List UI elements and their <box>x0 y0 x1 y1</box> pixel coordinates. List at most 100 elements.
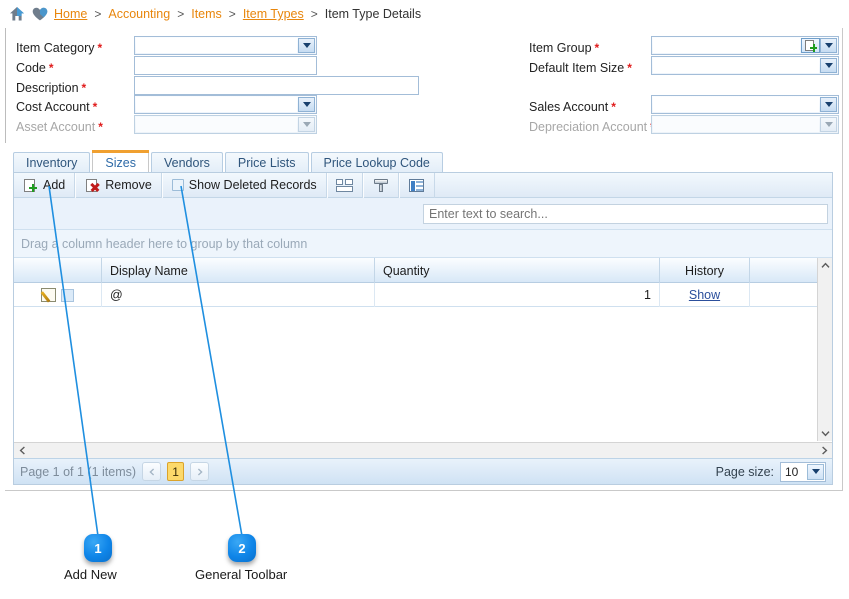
row-history-cell: Show <box>660 283 750 307</box>
annotation-badge-number: 1 <box>94 540 102 556</box>
annotation-label-2: General Toolbar <box>195 567 288 582</box>
label-text: Cost Account <box>16 100 90 114</box>
show-deleted-checkbox[interactable] <box>171 179 184 191</box>
required-marker: * <box>611 100 616 114</box>
breadcrumb-item-home[interactable]: Home <box>54 7 87 21</box>
sales-account-combo[interactable] <box>651 95 839 114</box>
label-text: Item Group <box>529 41 592 55</box>
chevron-down-icon[interactable] <box>298 97 315 112</box>
pager-status: Page 1 of 1 (1 items) <box>20 464 137 479</box>
field-label-code: Code * <box>16 58 54 78</box>
chevron-down-icon[interactable] <box>818 426 833 441</box>
grid-vertical-scrollbar[interactable] <box>817 258 832 441</box>
remove-button[interactable]: Remove <box>75 172 162 198</box>
chevron-left-icon[interactable] <box>14 443 30 459</box>
required-marker: * <box>627 61 632 75</box>
cell-value: @ <box>110 288 123 302</box>
pager-next-button[interactable] <box>190 462 210 481</box>
breadcrumb-item-current: Item Type Details <box>324 7 422 21</box>
add-button-label: Add <box>43 178 66 192</box>
label-text: Code <box>16 61 46 75</box>
chevron-down-icon[interactable] <box>820 58 837 73</box>
chevron-down-icon[interactable] <box>298 38 315 53</box>
cost-account-combo[interactable] <box>134 95 317 114</box>
grid-header-quantity[interactable]: Quantity <box>375 258 660 283</box>
breadcrumb-separator: > <box>94 7 102 21</box>
show-deleted-records-toggle[interactable]: Show Deleted Records <box>161 172 327 198</box>
history-show-link[interactable]: Show <box>689 288 720 302</box>
page-root: Home > Accounting > Items > Item Types >… <box>0 0 849 599</box>
annotation-badge-number: 2 <box>238 540 246 556</box>
label-text: Depreciation Account <box>529 120 648 134</box>
column-chooser-button[interactable] <box>398 172 435 198</box>
breadcrumb-separator: > <box>228 7 236 21</box>
description-value <box>134 76 419 95</box>
page-add-icon <box>23 178 38 193</box>
asset-account-value <box>136 117 297 132</box>
filter-button[interactable] <box>362 172 399 198</box>
code-input[interactable] <box>134 56 317 75</box>
grid-header-history[interactable]: History <box>660 258 750 283</box>
annotation-badge-2[interactable]: 2 <box>228 534 256 562</box>
annotation-badge-1[interactable]: 1 <box>84 534 112 562</box>
filter-funnel-icon <box>373 178 388 192</box>
breadcrumb-item-item-types[interactable]: Item Types <box>243 7 304 21</box>
field-label-default-item-size: Default Item Size * <box>529 58 632 78</box>
depreciation-account-value <box>653 117 819 132</box>
tab-label: Price Lookup Code <box>323 156 430 170</box>
row-display-name-cell: @ <box>102 283 375 307</box>
page-size-value: 10 <box>785 464 799 479</box>
sales-account-value <box>653 97 819 112</box>
grid-header-display-name[interactable]: Display Name <box>102 258 375 283</box>
table-row[interactable]: @ 1 Show <box>14 283 832 307</box>
add-item-group-button[interactable] <box>801 38 820 53</box>
item-category-combo[interactable] <box>134 36 317 55</box>
group-by-hint: Drag a column header here to group by th… <box>21 236 308 251</box>
tab-price-lists[interactable]: Price Lists <box>224 152 309 173</box>
group-by-panel[interactable]: Drag a column header here to group by th… <box>14 230 832 258</box>
chevron-right-icon[interactable] <box>816 443 832 459</box>
breadcrumb-item-accounting[interactable]: Accounting <box>108 7 170 21</box>
field-label-item-group: Item Group * <box>529 38 599 58</box>
grid-header-actions[interactable] <box>14 258 102 283</box>
grid-horizontal-scrollbar[interactable] <box>14 442 832 458</box>
description-input[interactable] <box>134 76 419 95</box>
item-type-form: Item Category * Code * Description * Cos… <box>5 28 843 143</box>
grid-header-label: History <box>685 263 724 278</box>
pager-prev-button[interactable] <box>142 462 162 481</box>
field-label-asset-account: Asset Account * <box>16 117 103 137</box>
asset-account-combo <box>134 115 317 134</box>
chevron-up-icon[interactable] <box>818 258 833 273</box>
chevron-down-icon[interactable] <box>820 38 837 53</box>
breadcrumb: Home > Accounting > Items > Item Types >… <box>0 0 849 28</box>
show-deleted-label: Show Deleted Records <box>188 178 317 192</box>
pager-page-1[interactable]: 1 <box>167 462 185 481</box>
tab-strip: Inventory Sizes Vendors Price Lists Pric… <box>13 150 833 173</box>
page-delete-icon <box>85 178 100 193</box>
row-select-checkbox[interactable] <box>61 288 74 302</box>
add-button[interactable]: Add <box>14 172 76 198</box>
home-icon[interactable] <box>8 5 26 23</box>
grid-empty-area <box>14 307 817 441</box>
required-marker: * <box>98 120 103 134</box>
tab-price-lookup-code[interactable]: Price Lookup Code <box>310 152 443 173</box>
item-group-combo[interactable] <box>651 36 839 55</box>
edit-pencil-icon[interactable] <box>40 288 56 302</box>
tab-inventory[interactable]: Inventory <box>13 152 91 173</box>
chevron-down-icon[interactable] <box>820 97 837 112</box>
tab-sizes[interactable]: Sizes <box>92 150 149 173</box>
code-value <box>134 56 317 75</box>
page-size-select[interactable]: 10 <box>780 461 826 482</box>
panel-right-border <box>842 28 843 490</box>
group-layout-button[interactable] <box>326 172 363 198</box>
grid-header: Display Name Quantity History <box>14 258 832 283</box>
tab-vendors[interactable]: Vendors <box>151 152 223 173</box>
default-item-size-combo[interactable] <box>651 56 839 75</box>
annotation-label-1: Add New <box>64 567 117 582</box>
breadcrumb-item-items[interactable]: Items <box>191 7 222 21</box>
remove-button-label: Remove <box>105 178 152 192</box>
search-input[interactable] <box>423 203 828 224</box>
heart-icon[interactable] <box>31 5 49 23</box>
chevron-down-icon[interactable] <box>807 463 824 480</box>
required-marker: * <box>48 61 54 75</box>
